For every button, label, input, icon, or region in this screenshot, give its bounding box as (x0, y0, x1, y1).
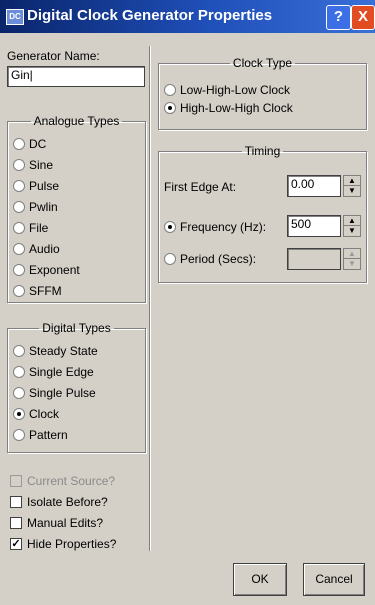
radio-low-high-low[interactable]: Low-High-Low Clock (164, 83, 290, 97)
radio-clock[interactable]: Clock (13, 407, 59, 421)
close-button[interactable]: X (351, 5, 375, 30)
first-edge-input[interactable]: 0.00 (287, 175, 341, 197)
radio-single-edge[interactable]: Single Edge (13, 365, 94, 379)
analogue-types-legend: Analogue Types (33, 114, 120, 128)
radio-sffm[interactable]: SFFM (13, 284, 62, 298)
cancel-button[interactable]: Cancel (303, 563, 365, 596)
radio-dot-icon (13, 366, 25, 378)
checkbox-icon (10, 517, 22, 529)
spin-up-icon[interactable]: ▲ (344, 176, 360, 186)
spin-down-icon[interactable]: ▼ (344, 186, 360, 196)
spin-down-icon[interactable]: ▼ (344, 226, 360, 236)
radio-steady-state[interactable]: Steady State (13, 344, 98, 358)
frequency-spinner[interactable]: ▲ ▼ (343, 215, 361, 237)
radio-dot-icon (13, 264, 25, 276)
radio-file[interactable]: File (13, 221, 48, 235)
radio-exponent[interactable]: Exponent (13, 263, 80, 277)
radio-dot-icon (13, 285, 25, 297)
radio-single-pulse[interactable]: Single Pulse (13, 386, 96, 400)
radio-dc[interactable]: DC (13, 137, 46, 151)
radio-dot-icon (13, 222, 25, 234)
period-spinner: ▲ ▼ (343, 248, 361, 270)
checkbox-icon (10, 475, 22, 487)
current-source-checkbox: Current Source? (10, 474, 115, 488)
manual-edits-checkbox[interactable]: Manual Edits? (10, 516, 103, 530)
radio-dot-icon (13, 387, 25, 399)
radio-pulse[interactable]: Pulse (13, 179, 59, 193)
first-edge-spinner[interactable]: ▲ ▼ (343, 175, 361, 197)
radio-dot-icon (13, 429, 25, 441)
radio-dot-icon (13, 243, 25, 255)
radio-pattern[interactable]: Pattern (13, 428, 68, 442)
radio-pwlin[interactable]: Pwlin (13, 200, 58, 214)
radio-dot-icon (13, 345, 25, 357)
radio-audio[interactable]: Audio (13, 242, 60, 256)
first-edge-label: First Edge At: (164, 180, 237, 194)
spin-down-icon: ▼ (348, 259, 356, 268)
radio-dot-icon (13, 138, 25, 150)
checkbox-checked-icon: ✓ (10, 538, 22, 550)
isolate-before-checkbox[interactable]: Isolate Before? (10, 495, 108, 509)
hide-properties-checkbox[interactable]: ✓ Hide Properties? (10, 537, 116, 551)
app-icon: DC (6, 9, 24, 25)
frequency-input[interactable]: 500 (287, 215, 341, 237)
vertical-divider (149, 46, 150, 551)
help-button[interactable]: ? (326, 5, 351, 30)
period-input (287, 248, 341, 270)
digital-types-legend: Digital Types (42, 321, 111, 335)
radio-dot-selected-icon (164, 221, 176, 233)
radio-dot-icon (13, 180, 25, 192)
radio-frequency[interactable]: Frequency (Hz): (164, 220, 266, 234)
radio-dot-icon (13, 159, 25, 171)
ok-button[interactable]: OK (233, 563, 287, 596)
checkbox-icon (10, 496, 22, 508)
radio-dot-selected-icon (164, 102, 176, 114)
generator-name-input[interactable]: Gin| (7, 66, 145, 87)
spin-up-icon: ▲ (344, 249, 360, 259)
generator-name-label: Generator Name: (7, 49, 100, 63)
radio-dot-icon (13, 201, 25, 213)
timing-legend: Timing (244, 144, 281, 158)
clock-type-legend: Clock Type (232, 56, 293, 70)
window-title: Digital Clock Generator Properties (27, 7, 273, 24)
radio-high-low-high[interactable]: High-Low-High Clock (164, 101, 293, 115)
radio-dot-icon (164, 253, 176, 265)
spin-up-icon[interactable]: ▲ (344, 216, 360, 226)
title-bar: DC Digital Clock Generator Properties ? … (0, 0, 375, 33)
radio-dot-selected-icon (13, 408, 25, 420)
radio-period[interactable]: Period (Secs): (164, 252, 256, 266)
radio-dot-icon (164, 84, 176, 96)
radio-sine[interactable]: Sine (13, 158, 53, 172)
